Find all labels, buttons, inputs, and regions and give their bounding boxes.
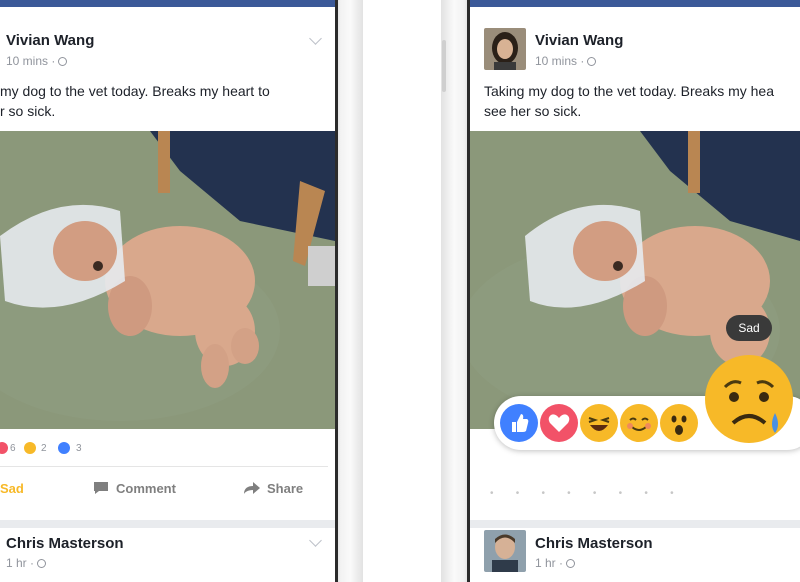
feed-separator (0, 520, 335, 528)
globe-icon (566, 559, 576, 568)
comment-count: 3 (76, 443, 82, 454)
top-nav-bar (0, 0, 335, 7)
love-icon (548, 414, 570, 432)
top-nav-bar (470, 0, 800, 7)
avatar-photo (484, 530, 526, 572)
chevron-down-icon[interactable] (309, 534, 322, 547)
post-time-text: 10 mins · (535, 54, 585, 68)
post-author-name[interactable]: Vivian Wang (6, 32, 94, 49)
post-author-name[interactable]: Vivian Wang (535, 32, 623, 49)
post-photo[interactable] (0, 131, 335, 429)
post-author-name[interactable]: Chris Masterson (535, 535, 653, 552)
comment-button[interactable]: Comment (93, 481, 176, 496)
caption-line: r so sick. (0, 103, 56, 119)
post-time-text: 10 mins · (6, 54, 56, 68)
reaction-summary[interactable]: 6 2 3 (0, 440, 335, 458)
comment-label: Comment (116, 481, 176, 496)
yay-icon (627, 417, 651, 431)
love-count: 6 (10, 443, 16, 454)
screenshot-stage: Vivian Wang 10 mins · my dog to the vet … (0, 0, 800, 582)
haha-icon (588, 417, 610, 431)
post-header: Vivian Wang 10 mins · (0, 26, 335, 76)
feed-separator (470, 520, 800, 528)
post-header: Chris Masterson 1 hr · (470, 528, 800, 578)
wow-icon (671, 415, 687, 435)
phone-frame-left (335, 0, 363, 582)
wow-reaction-button[interactable] (660, 404, 698, 442)
avatar[interactable] (484, 28, 526, 70)
caption-line: Taking my dog to the vet today. Breaks m… (484, 83, 775, 99)
haha-reaction-button[interactable] (580, 404, 618, 442)
comment-icon (94, 482, 108, 494)
avatar-photo (484, 28, 526, 70)
right-phone-screen: Vivian Wang 10 mins · Taking my dog to t… (470, 0, 800, 582)
left-phone-screen: Vivian Wang 10 mins · my dog to the vet … (0, 0, 335, 582)
comment-bubble-icon (58, 442, 70, 454)
caption-line: see her so sick. (484, 103, 582, 119)
phone-side-button (442, 40, 446, 92)
post-header: Vivian Wang 10 mins · (470, 26, 800, 76)
sad-icon (705, 355, 793, 443)
share-label: Share (267, 481, 304, 496)
love-reaction-button[interactable] (540, 404, 578, 442)
globe-icon (58, 57, 68, 66)
chevron-down-icon[interactable] (309, 32, 322, 45)
post-header: Chris Masterson 1 hr · (0, 528, 335, 578)
post-time-text: 1 hr · (6, 556, 35, 570)
love-icon (0, 442, 8, 454)
globe-icon (587, 57, 597, 66)
sad-count: 2 (41, 443, 47, 454)
yay-reaction-button[interactable] (620, 404, 658, 442)
post-time-text: 1 hr · (535, 556, 564, 570)
caption-line: my dog to the vet today. Breaks my heart… (0, 83, 270, 99)
sad-reaction-button-hover[interactable] (703, 353, 795, 445)
post-timestamp: 1 hr · (535, 556, 576, 570)
sad-icon (24, 442, 36, 454)
share-button[interactable]: Share (243, 481, 303, 496)
sad-reaction-button[interactable]: Sad (0, 481, 24, 496)
share-icon (244, 482, 260, 494)
post-timestamp: 10 mins · (6, 54, 68, 68)
action-divider (0, 466, 328, 467)
post-timestamp: 10 mins · (535, 54, 597, 68)
loading-dots: • • • • • • • • (490, 488, 674, 499)
post-caption: my dog to the vet today. Breaks my heart… (0, 81, 335, 121)
post-timestamp: 1 hr · (6, 556, 47, 570)
dog-photo-image (0, 131, 335, 429)
like-reaction-button[interactable] (500, 404, 538, 442)
post-author-name[interactable]: Chris Masterson (6, 535, 124, 552)
reaction-tooltip: Sad (726, 315, 772, 341)
globe-icon (37, 559, 47, 568)
avatar[interactable] (484, 530, 526, 572)
like-icon (512, 414, 529, 432)
post-caption: Taking my dog to the vet today. Breaks m… (484, 81, 800, 121)
